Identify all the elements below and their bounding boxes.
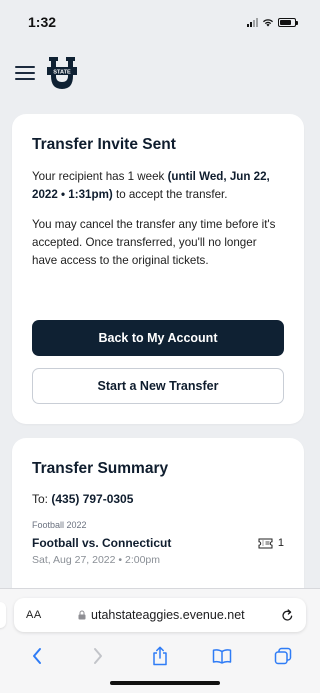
back-to-account-button[interactable]: Back to My Account [32,320,284,356]
book-icon [212,649,231,664]
app-header: STATE [0,44,320,102]
share-icon [153,646,167,666]
back-nav-button[interactable] [26,645,48,667]
invite-cancel-note: You may cancel the transfer any time bef… [32,218,276,267]
url-text[interactable]: utahstateaggies.evenue.net [91,608,245,622]
cellular-signal-icon [247,17,258,27]
recipient-phone: (435) 797-0305 [51,492,134,506]
browser-bottom-bar: AA utahstateaggies.evenue.net [0,588,320,693]
share-button[interactable] [149,645,171,667]
status-icons [247,17,298,27]
ticket-quantity: 1 [277,537,284,549]
lock-icon [78,610,86,620]
logo-text: STATE [53,69,71,75]
home-indicator[interactable] [110,681,220,685]
forward-nav-button[interactable] [87,645,109,667]
bookmarks-button[interactable] [211,645,233,667]
season-label: Football 2022 [32,520,87,530]
url-wrap[interactable]: utahstateaggies.evenue.net [42,608,281,622]
battery-icon [278,17,298,27]
invite-title: Transfer Invite Sent [32,136,176,153]
chevron-right-icon [94,648,103,664]
reader-aa-button[interactable]: AA [26,609,42,621]
browser-toolbar [0,643,320,669]
address-bar[interactable]: AA utahstateaggies.evenue.net [14,598,306,632]
ticket-icon [258,538,273,548]
event-date: Sat, Aug 27, 2022 • 2:00pm [32,554,161,566]
invite-deadline-text: Your recipient has 1 week (until Wed, Ju… [32,170,270,201]
hamburger-menu-icon[interactable] [15,66,35,80]
summary-title: Transfer Summary [32,460,169,477]
previous-tab-peek[interactable] [0,602,6,628]
wifi-icon [263,18,273,26]
transfer-invite-card: Transfer Invite Sent Your recipient has … [12,114,304,424]
tabs-button[interactable] [272,645,294,667]
start-new-transfer-button[interactable]: Start a New Transfer [32,368,284,404]
tabs-icon [274,647,292,665]
reload-icon[interactable] [281,608,294,622]
status-bar: 1:32 [0,0,320,44]
event-row: Football vs. Connecticut 1 [32,536,284,550]
ticket-count: 1 [258,537,284,549]
event-name: Football vs. Connecticut [32,536,172,550]
usu-logo[interactable]: STATE [47,56,77,90]
chevron-left-icon [32,648,41,664]
recipient-line: To: (435) 797-0305 [32,492,134,506]
status-time: 1:32 [28,14,57,30]
